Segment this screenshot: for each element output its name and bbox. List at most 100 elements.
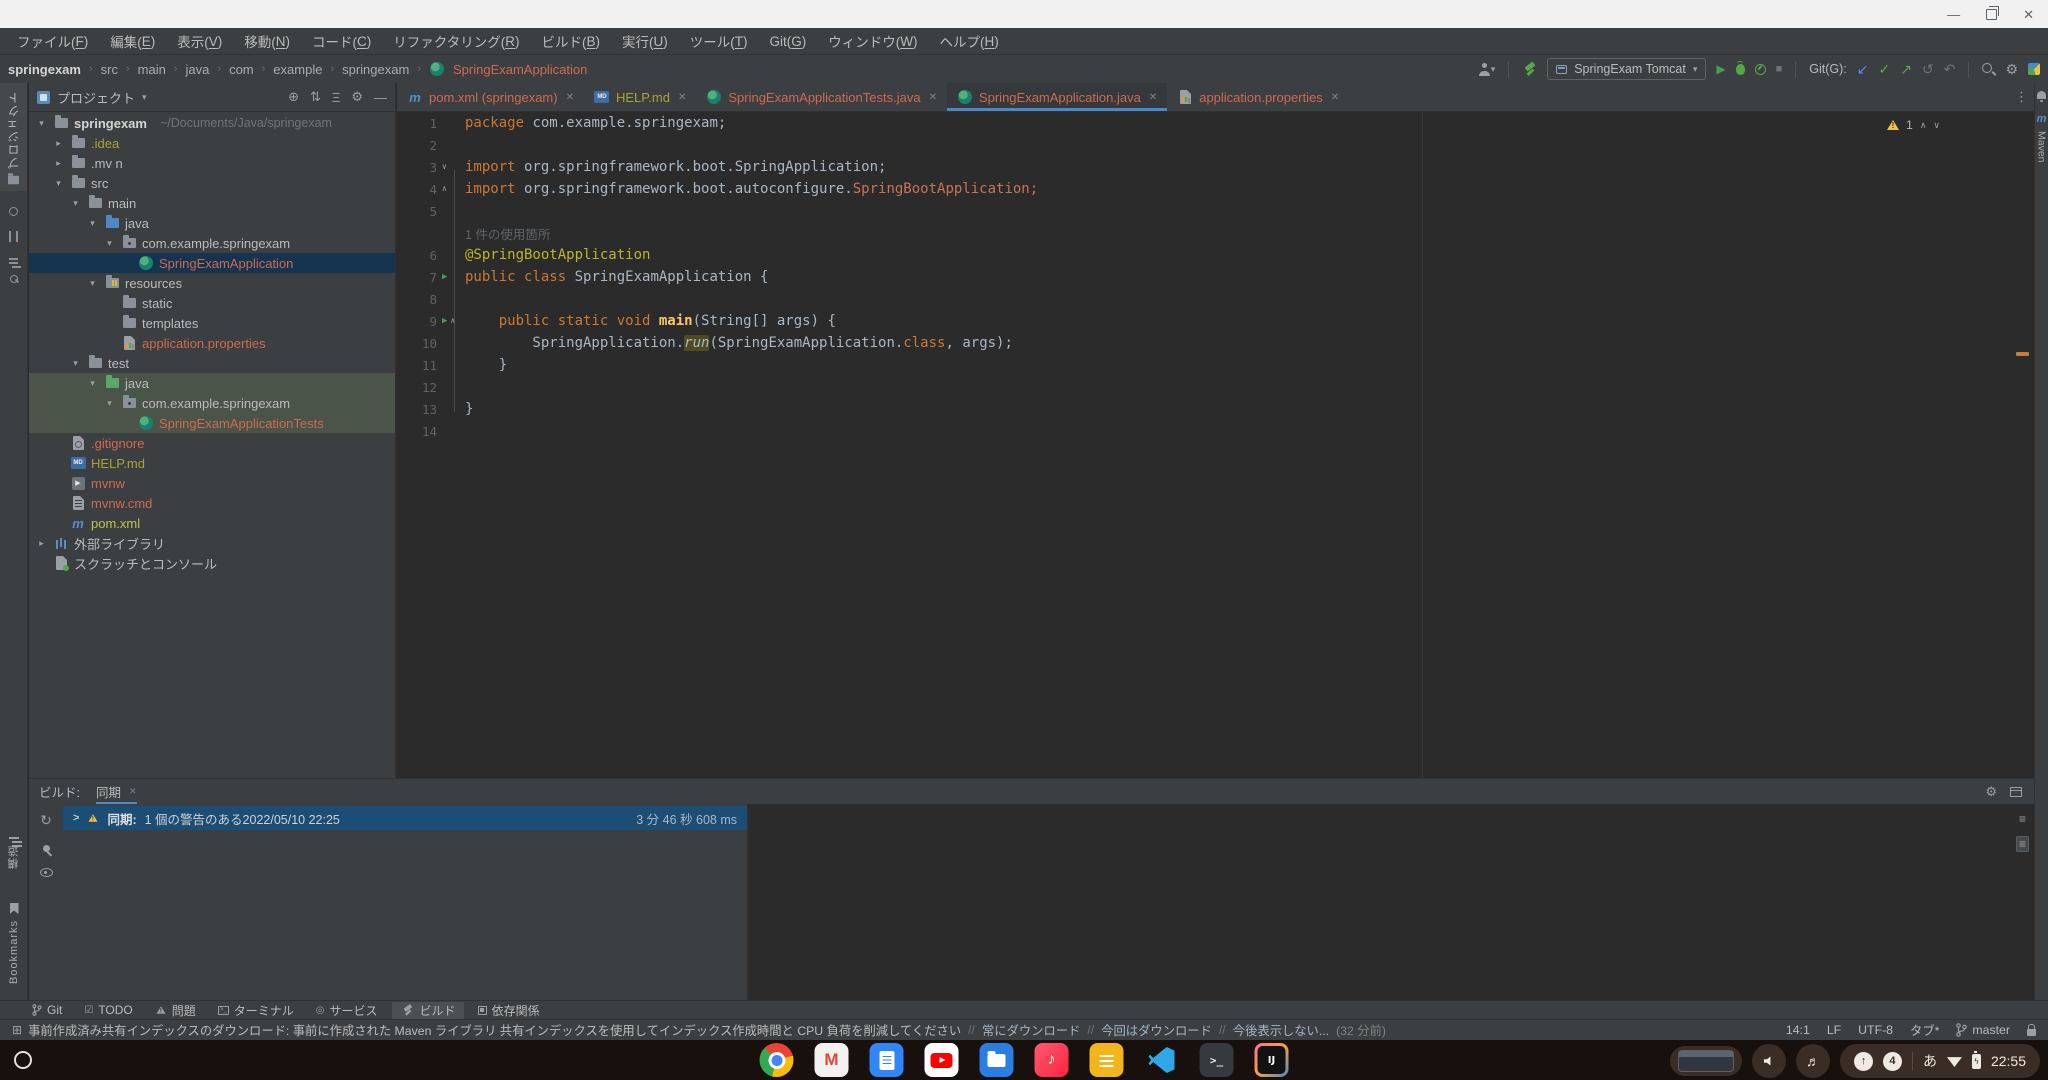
build-project-icon[interactable] (1522, 62, 1537, 76)
code-line-12[interactable]: 12 (397, 376, 2034, 398)
git-commit-icon[interactable]: ✓ (1879, 62, 1891, 76)
build-sync-row[interactable]: > 同期: 1 個の警告のある2022/05/10 22:25 3 分 46 秒… (63, 806, 747, 830)
tool-window-button-依存関係[interactable]: 依存関係 (470, 1002, 548, 1019)
code-line-9[interactable]: 9▶∧ public static void main(String[] arg… (397, 310, 2034, 332)
run-button[interactable]: ▶ (1716, 63, 1725, 75)
menu-code[interactable]: コード(C) (301, 28, 382, 54)
chevron-down-icon[interactable]: ▾ (86, 378, 99, 389)
git-branch-widget[interactable]: master (1956, 1023, 2010, 1037)
tree-item-springexam[interactable]: ▾springexam~/Documents/Java/springexam (29, 113, 395, 133)
tree-item-mvnw-cmd[interactable]: mvnw.cmd (29, 493, 395, 513)
launcher-button[interactable] (14, 1051, 32, 1069)
profiler-button[interactable] (1755, 64, 1766, 75)
tree-item-static[interactable]: static (29, 293, 395, 313)
chevron-down-icon[interactable]: ▾ (142, 92, 147, 103)
chevron-down-icon[interactable]: ▾ (86, 218, 99, 229)
pin-icon[interactable] (43, 845, 50, 852)
notes-app-icon[interactable] (1090, 1043, 1124, 1077)
debug-button[interactable] (1736, 64, 1745, 75)
tree-item-help-md[interactable]: MDHELP.md (29, 453, 395, 473)
chevron-right-icon[interactable]: ▸ (52, 158, 65, 169)
close-tab-icon[interactable]: ✕ (929, 92, 937, 103)
tool-window-tab-bookmarks[interactable]: Bookmarks (8, 895, 20, 990)
git-rollback-icon[interactable]: ↶ (1944, 62, 1956, 76)
vscode-app-icon[interactable] (1145, 1043, 1179, 1077)
tree-item-test[interactable]: ▾test (29, 353, 395, 373)
code-line-13[interactable]: 13} (397, 398, 2034, 420)
git-push-icon[interactable]: ↗ (1900, 62, 1912, 76)
status-action-link[interactable]: 常にダウンロード (982, 1021, 1080, 1039)
code-line-4[interactable]: 4∧import org.springframework.boot.autoco… (397, 178, 2034, 200)
editor-tab-springexamapplication-java[interactable]: SpringExamApplication.java✕ (947, 83, 1167, 111)
code-line-2[interactable]: 2 (397, 134, 2034, 156)
menu-navigate[interactable]: 移動(N) (233, 28, 301, 54)
intellij-app-icon[interactable]: IJ (1255, 1043, 1289, 1077)
pull-requests-icon[interactable] (8, 231, 19, 242)
status-action-link[interactable]: 今後表示しない... (1233, 1021, 1329, 1039)
more-tabs-icon[interactable]: ⋮ (2015, 83, 2034, 111)
build-settings-gear-icon[interactable]: ⚙ (1985, 784, 1997, 800)
file-encoding[interactable]: UTF-8 (1858, 1023, 1893, 1037)
tree-item-src[interactable]: ▾src (29, 173, 395, 193)
tree-item-com-example-springexam[interactable]: ▾com.example.springexam (29, 233, 395, 253)
line-separator[interactable]: LF (1827, 1023, 1841, 1037)
close-tab-icon[interactable]: ✕ (1149, 92, 1157, 103)
code-line-10[interactable]: 10 SpringApplication.run(SpringExamAppli… (397, 332, 2034, 354)
tree-item-java[interactable]: ▾java (29, 213, 395, 233)
indent-style[interactable]: タブ* (1910, 1021, 1939, 1039)
youtube-app-icon[interactable] (925, 1043, 959, 1077)
build-tab-sync[interactable]: 同期 ✕ (96, 779, 137, 804)
ime-indicator[interactable]: あ (1923, 1051, 1937, 1071)
code-line-14[interactable]: 14 (397, 420, 2034, 442)
maximize-window-icon[interactable] (1986, 9, 1997, 20)
close-tab-icon[interactable]: ✕ (566, 92, 574, 103)
tree-item-templates[interactable]: templates (29, 313, 395, 333)
minimize-window-icon[interactable]: — (1947, 8, 1960, 21)
fold-marker-icon[interactable]: ∧ (442, 185, 447, 193)
code-line-7[interactable]: 7▶public class SpringExamApplication { (397, 266, 2034, 288)
tool-window-tab-structure[interactable]: 構造 (6, 829, 22, 875)
ide-features-icon[interactable] (2028, 63, 2040, 75)
close-tab-icon[interactable]: ✕ (678, 92, 686, 103)
scroll-to-end-icon[interactable]: ≡ (2016, 836, 2029, 852)
chrome-app-icon[interactable] (760, 1043, 794, 1077)
menu-build[interactable]: ビルド(B) (531, 28, 612, 54)
editor-tab-application-properties[interactable]: application.properties✕ (1167, 83, 1349, 111)
run-line-icon[interactable]: ▶ (442, 317, 447, 326)
gmail-app-icon[interactable]: M (815, 1043, 849, 1077)
run-line-icon[interactable]: ▶ (442, 273, 447, 282)
tree-item-mvnw[interactable]: ▶mvnw (29, 473, 395, 493)
menu-file[interactable]: ファイル(F) (6, 28, 99, 54)
code-line-6[interactable]: 6@SpringBootApplication (397, 244, 2034, 266)
tool-window-button-問題[interactable]: 問題 (147, 1002, 204, 1019)
chevron-down-icon[interactable]: ▾ (103, 398, 116, 409)
git-update-icon[interactable]: ↙ (1857, 62, 1869, 76)
editor-tab-springexamapplicationtests-java[interactable]: SpringExamApplicationTests.java✕ (696, 83, 947, 111)
tree-item-外部ライブラリ[interactable]: ▸外部ライブラリ (29, 533, 395, 553)
notification-count-badge[interactable]: 4 (1883, 1052, 1902, 1071)
chevron-right-icon[interactable]: ▸ (35, 538, 48, 549)
menu-help[interactable]: ヘルプ(H) (929, 28, 1010, 54)
find-icon[interactable] (10, 275, 18, 283)
google-docs-app-icon[interactable] (870, 1043, 904, 1077)
editor-tab-help-md[interactable]: MDHELP.md✕ (584, 83, 696, 111)
breadcrumb-item-com[interactable]: com (229, 62, 254, 77)
locate-file-icon[interactable]: ⊕ (288, 89, 299, 105)
menu-window[interactable]: ウィンドウ(W) (817, 28, 928, 54)
caret-position[interactable]: 14:1 (1786, 1023, 1810, 1037)
menu-refactor[interactable]: リファクタリング(R) (382, 28, 530, 54)
status-action-link[interactable]: 今回はダウンロード (1101, 1021, 1212, 1039)
view-options-eye-icon[interactable] (40, 868, 53, 877)
layout-settings-icon[interactable] (2010, 787, 2022, 797)
tree-item-idea[interactable]: ▸.idea (29, 133, 395, 153)
editor-tab-pom-xml-springexam[interactable]: mpom.xml (springexam)✕ (397, 83, 584, 111)
soft-wrap-icon[interactable]: ≡ (2019, 812, 2026, 826)
menu-run[interactable]: 実行(U) (611, 28, 679, 54)
media-playlist-button[interactable]: ♬ (1796, 1044, 1830, 1078)
window-preview-thumbnail[interactable] (1670, 1046, 1742, 1076)
tool-window-button-タ-ミナル[interactable]: >_ターミナル (210, 1002, 302, 1019)
user-profile-icon[interactable]: ▾ (1478, 63, 1496, 76)
run-configuration-select[interactable]: SpringExam Tomcat ▾ (1547, 58, 1706, 80)
tool-window-switcher-icon[interactable]: ⊞ (12, 1023, 22, 1037)
hide-panel-icon[interactable]: — (374, 90, 387, 105)
